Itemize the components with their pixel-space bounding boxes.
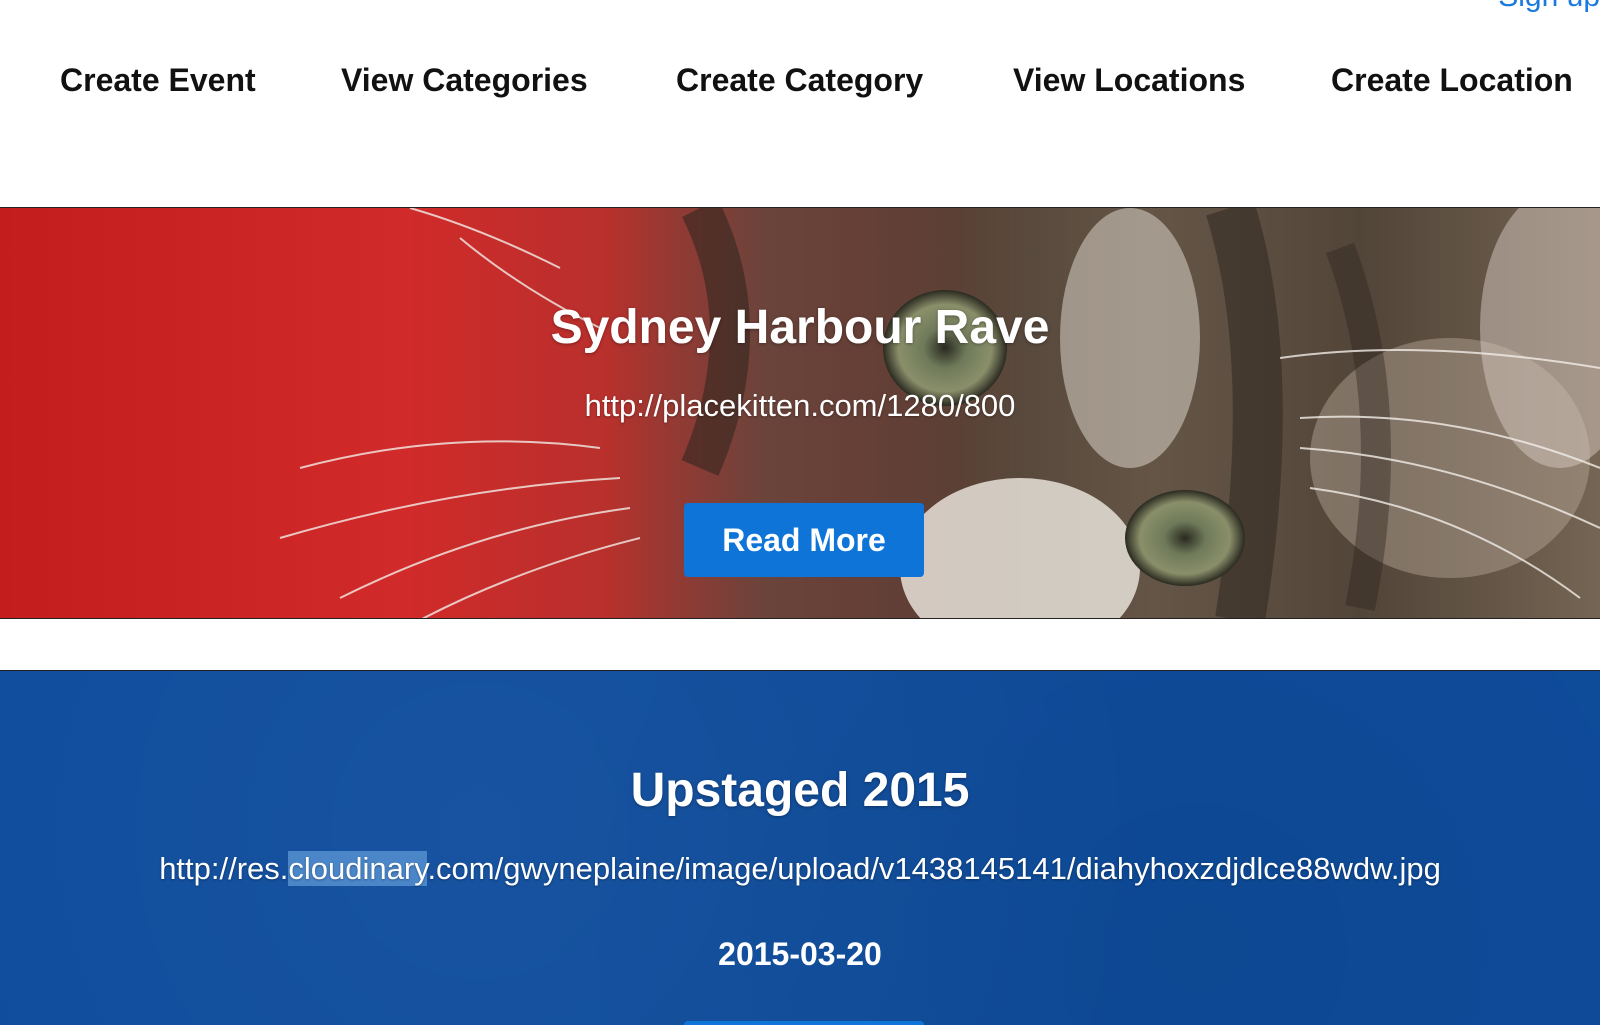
url-selected-text: cloudinary: [288, 851, 428, 886]
event-title: Upstaged 2015: [630, 764, 970, 817]
signup-link[interactable]: Sign up: [1498, 0, 1600, 14]
event-card-upstaged-2015: Upstaged 2015 http://res.cloudinary.com/…: [0, 670, 1600, 1025]
event-card-sydney-harbour-rave: Sydney Harbour Rave http://placekitten.c…: [0, 207, 1600, 619]
event-date: 2015-03-20: [718, 936, 882, 972]
nav-view-locations[interactable]: View Locations: [1013, 62, 1245, 99]
event-image-url: http://placekitten.com/1280/800: [584, 388, 1016, 423]
nav-view-categories[interactable]: View Categories: [341, 62, 588, 99]
nav-create-event[interactable]: Create Event: [60, 62, 256, 99]
main-nav: Create Event View Categories Create Cate…: [0, 62, 1600, 112]
url-prefix: http://res.: [159, 851, 289, 886]
event-image-url: http://res.cloudinary.com/gwyneplaine/im…: [0, 851, 1600, 887]
nav-create-category[interactable]: Create Category: [676, 62, 923, 99]
page: Sign up Create Event View Categories Cre…: [0, 0, 1600, 1025]
read-more-button-partial[interactable]: [684, 1021, 924, 1025]
nav-create-location[interactable]: Create Location: [1331, 62, 1573, 99]
event-title: Sydney Harbour Rave: [550, 301, 1050, 354]
url-suffix: .com/gwyneplaine/image/upload/v143814514…: [427, 851, 1441, 886]
read-more-button[interactable]: Read More: [684, 503, 924, 577]
